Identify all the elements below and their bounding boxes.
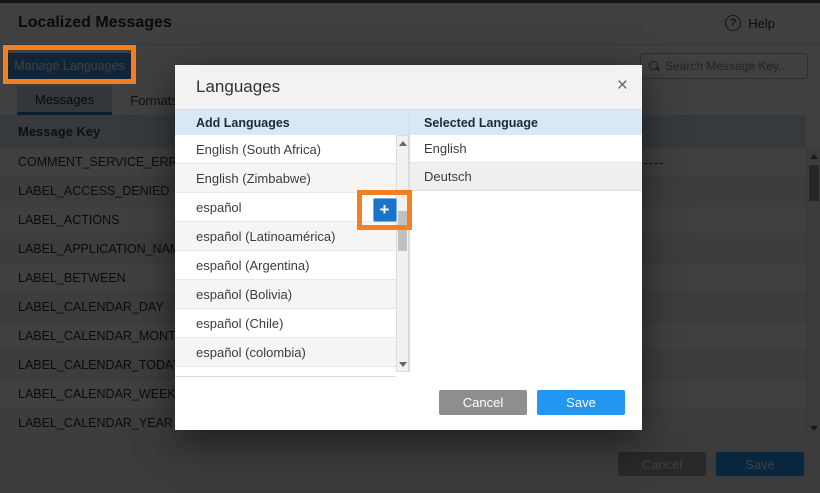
modal-title: Languages (196, 77, 280, 97)
list-item[interactable]: English (South Africa) (175, 135, 396, 164)
add-language-button[interactable]: + (373, 198, 397, 222)
add-languages-column-header: Add Languages (196, 110, 290, 135)
list-item[interactable]: español (Argentina) (175, 251, 396, 280)
selected-languages-list: English Deutsch (410, 135, 642, 372)
manage-languages-highlight-box (3, 45, 136, 84)
list-item[interactable]: español (Bolivia) (175, 280, 396, 309)
close-icon[interactable]: × (617, 76, 628, 95)
scroll-down-icon[interactable] (397, 358, 408, 370)
list-item[interactable] (175, 367, 396, 377)
selected-language-column-header: Selected Language (424, 110, 538, 135)
modal-save-button[interactable]: Save (537, 390, 625, 415)
list-item[interactable]: español (colombia) (175, 338, 396, 367)
add-languages-list: English (South Africa) English (Zimbabwe… (175, 135, 396, 377)
list-item[interactable]: español (Chile) (175, 309, 396, 338)
scroll-up-icon[interactable] (397, 137, 408, 149)
modal-titlebar: Languages × (175, 65, 642, 110)
languages-modal: Languages × Add Languages Selected Langu… (175, 65, 642, 430)
add-language-highlight-box: + (357, 190, 412, 230)
list-item[interactable]: Deutsch (410, 163, 642, 191)
add-list-scrollbar[interactable] (396, 135, 409, 372)
list-item[interactable]: English (410, 135, 642, 163)
list-item[interactable]: English (Zimbabwe) (175, 164, 396, 193)
modal-cancel-button[interactable]: Cancel (439, 390, 527, 415)
plus-icon: + (380, 200, 390, 219)
